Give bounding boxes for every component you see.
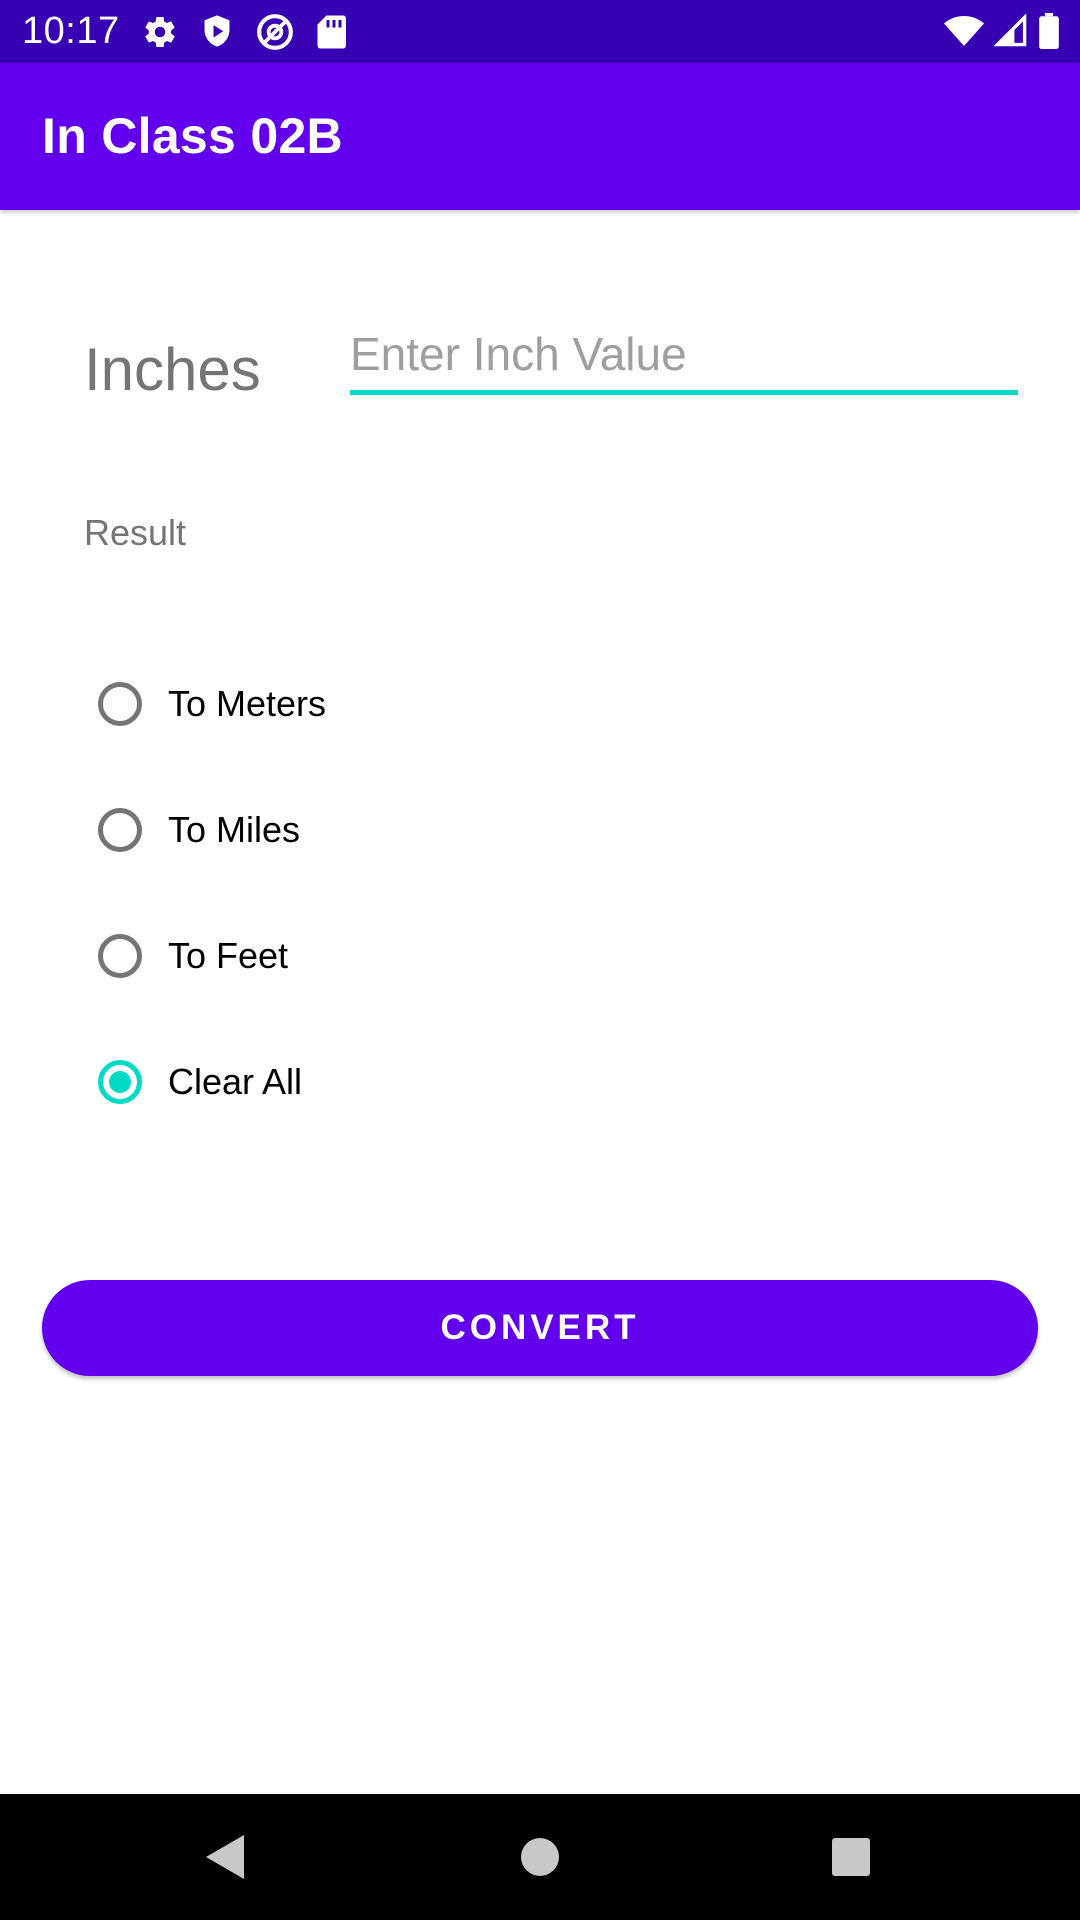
- home-icon[interactable]: [507, 1824, 573, 1890]
- status-notification-icons: [142, 14, 346, 50]
- inch-value-input[interactable]: [350, 318, 1018, 395]
- radio-label[interactable]: To Meters: [168, 680, 326, 728]
- radio-label[interactable]: To Miles: [168, 806, 300, 854]
- result-text: Result: [84, 512, 187, 553]
- battery-icon: [1038, 13, 1060, 49]
- settings-icon: [142, 14, 178, 50]
- status-system-icons: [944, 12, 1060, 50]
- status-time: 10:17: [22, 10, 120, 52]
- radio-to-miles[interactable]: To Miles: [98, 806, 698, 932]
- radio-button-unchecked[interactable]: [98, 682, 142, 726]
- radio-label[interactable]: Clear All: [168, 1058, 302, 1106]
- convert-button[interactable]: CONVERT: [42, 1280, 1038, 1376]
- radio-button-checked[interactable]: [98, 1060, 142, 1104]
- app-bar: In Class 02B: [0, 63, 1080, 210]
- navigation-bar: [0, 1794, 1080, 1920]
- inches-label: Inches: [84, 336, 261, 403]
- status-bar: 10:17: [0, 0, 1080, 63]
- wifi-icon: [944, 14, 984, 48]
- conversion-radio-group: To Meters To Miles To Feet Clear All: [98, 680, 698, 1184]
- radio-to-feet[interactable]: To Feet: [98, 932, 698, 1058]
- screen: 10:17 In Class 02B Inches Enter Inch Val…: [0, 0, 1080, 1920]
- back-icon[interactable]: [192, 1824, 258, 1890]
- radio-to-meters[interactable]: To Meters: [98, 680, 698, 806]
- app-title: In Class 02B: [42, 108, 343, 164]
- radio-button-unchecked[interactable]: [98, 934, 142, 978]
- recents-icon[interactable]: [818, 1824, 884, 1890]
- radio-button-unchecked[interactable]: [98, 808, 142, 852]
- radio-label[interactable]: To Feet: [168, 932, 288, 980]
- cell-signal-icon: [994, 14, 1028, 48]
- shield-play-icon: [200, 14, 234, 50]
- sd-card-icon: [316, 14, 346, 50]
- at-sign-icon: [256, 13, 294, 51]
- radio-clear-all[interactable]: Clear All: [98, 1058, 698, 1184]
